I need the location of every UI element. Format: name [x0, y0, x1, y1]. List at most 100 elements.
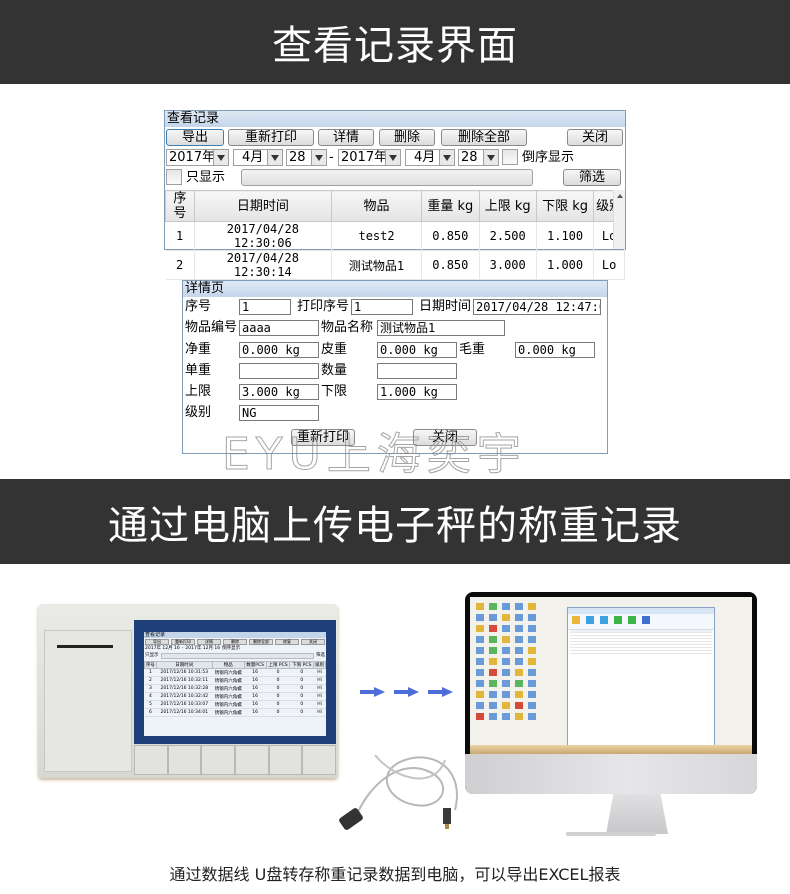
close-button[interactable]: 关闭 [567, 129, 623, 146]
desktop-icon[interactable] [528, 691, 536, 698]
unit-weight-field[interactable] [239, 363, 319, 379]
desktop-icon[interactable] [489, 658, 497, 665]
desktop-icon[interactable] [476, 691, 484, 698]
desktop-icon[interactable] [528, 658, 536, 665]
quantity-field[interactable] [377, 363, 457, 379]
desktop-icon[interactable] [489, 713, 497, 720]
desktop-icon[interactable] [489, 702, 497, 709]
desktop-icon[interactable] [515, 658, 523, 665]
desktop-icon[interactable] [489, 636, 497, 643]
toolbar-icon[interactable] [614, 616, 622, 624]
reverse-order-checkbox[interactable] [502, 149, 518, 165]
table-row[interactable]: 2 2017/04/28 12:30:14 测试物品1 0.850 3.000 … [165, 250, 625, 280]
folder-icon[interactable] [572, 616, 580, 624]
to-day-select[interactable]: 28 [458, 149, 499, 166]
column-header[interactable]: 序号 [165, 190, 195, 222]
desktop-icon[interactable] [489, 625, 497, 632]
device-table-row[interactable]: 4 2017/12/16 10:32:42 锈钢内六角螺 16 0 0 Hi [144, 692, 326, 701]
toolbar-icon[interactable] [642, 616, 650, 624]
to-month-select[interactable]: 4月 [405, 149, 455, 166]
desktop-icon[interactable] [502, 669, 510, 676]
reprint-button[interactable]: 重新打印 [291, 429, 355, 446]
desktop-icon[interactable] [502, 636, 510, 643]
desktop-icon[interactable] [489, 691, 497, 698]
desktop-icon[interactable] [489, 669, 497, 676]
desktop-icon[interactable] [528, 647, 536, 654]
device-table-row[interactable]: 6 2017/12/16 10:34:01 锈钢内六角螺 16 0 0 Hi [144, 708, 326, 717]
device-button[interactable]: 关闭 [301, 639, 325, 645]
close-button[interactable]: 关闭 [413, 429, 477, 446]
desktop-icon[interactable] [489, 614, 497, 621]
desktop-icon[interactable] [476, 680, 484, 687]
desktop-icon[interactable] [515, 636, 523, 643]
device-key[interactable] [268, 745, 303, 775]
datetime-field[interactable]: 2017/04/28 12:47:07 [473, 299, 601, 315]
device-table-row[interactable]: 5 2017/12/16 10:33:07 锈钢内六角螺 16 0 0 Hi [144, 700, 326, 709]
desktop-icon[interactable] [502, 647, 510, 654]
from-day-select[interactable]: 28 [286, 149, 327, 166]
device-filter-input[interactable] [160, 653, 314, 659]
device-table-row[interactable]: 3 2017/12/16 10:32:28 锈钢内六角螺 16 0 0 Hi [144, 684, 326, 693]
grid-row[interactable] [570, 651, 712, 654]
desktop-icon[interactable] [515, 603, 523, 610]
tare-weight-field[interactable]: 0.000 kg [377, 342, 457, 358]
from-year-select[interactable]: 2017年 [166, 149, 229, 166]
device-button[interactable]: 导出 [145, 639, 169, 645]
toolbar-icon[interactable] [586, 616, 594, 624]
desktop-icon[interactable] [515, 680, 523, 687]
device-key[interactable] [134, 745, 168, 775]
desktop-icon[interactable] [502, 691, 510, 698]
to-year-select[interactable]: 2017年 [338, 149, 401, 166]
column-header[interactable]: 上限 kg [478, 190, 537, 222]
grade-field[interactable]: NG [239, 405, 319, 421]
desktop-icon[interactable] [502, 713, 510, 720]
reprint-button[interactable]: 重新打印 [228, 129, 314, 146]
device-key[interactable] [201, 745, 236, 775]
desktop-icon[interactable] [528, 680, 536, 687]
desktop-icon[interactable] [528, 614, 536, 621]
desktop-icon[interactable] [502, 614, 510, 621]
upper-limit-field[interactable]: 3.000 kg [239, 384, 319, 400]
device-table-row[interactable]: 1 2017/12/16 10:31:53 锈钢内六角螺 16 0 0 Hi [144, 668, 326, 677]
device-button[interactable]: 修复 [275, 639, 299, 645]
desktop-icon[interactable] [476, 647, 484, 654]
delete-button[interactable]: 删除 [379, 129, 435, 146]
desktop-icon[interactable] [502, 702, 510, 709]
column-header[interactable]: 重量 kg [421, 190, 480, 222]
desktop-icon[interactable] [528, 713, 536, 720]
desktop-icon[interactable] [528, 702, 536, 709]
desktop-icon[interactable] [515, 702, 523, 709]
export-button[interactable]: 导出 [166, 129, 224, 146]
device-button[interactable]: 删除 [223, 639, 247, 645]
delete-all-button[interactable]: 删除全部 [441, 129, 527, 146]
desktop-icon[interactable] [515, 669, 523, 676]
desktop-icon[interactable] [502, 658, 510, 665]
column-header[interactable]: 下限 kg [535, 190, 595, 222]
desktop-icon[interactable] [515, 647, 523, 654]
desktop-icon[interactable] [489, 680, 497, 687]
desktop-icon[interactable] [528, 669, 536, 676]
filter-input[interactable] [241, 169, 533, 186]
desktop-icon[interactable] [489, 603, 497, 610]
desktop-icon[interactable] [502, 625, 510, 632]
desktop-icon[interactable] [476, 702, 484, 709]
item-code-field[interactable]: aaaa [239, 320, 319, 336]
device-button[interactable]: 详情 [197, 639, 221, 645]
device-key[interactable] [235, 745, 269, 775]
desktop-icon[interactable] [476, 658, 484, 665]
desktop-icon[interactable] [528, 625, 536, 632]
desktop-icon[interactable] [528, 636, 536, 643]
desktop-icon[interactable] [476, 625, 484, 632]
from-month-select[interactable]: 4月 [233, 149, 283, 166]
table-row[interactable]: 1 2017/04/28 12:30:06 test2 0.850 2.500 … [165, 221, 625, 251]
lower-limit-field[interactable]: 1.000 kg [377, 384, 457, 400]
toolbar-icon[interactable] [600, 616, 608, 624]
device-key[interactable] [302, 745, 337, 775]
desktop-icon[interactable] [476, 669, 484, 676]
desktop-icon[interactable] [515, 614, 523, 621]
details-button[interactable]: 详情 [318, 129, 374, 146]
column-header[interactable]: 日期时间 [193, 190, 332, 222]
desktop-icon[interactable] [476, 713, 484, 720]
desktop-icon[interactable] [528, 603, 536, 610]
desktop-icon[interactable] [476, 636, 484, 643]
